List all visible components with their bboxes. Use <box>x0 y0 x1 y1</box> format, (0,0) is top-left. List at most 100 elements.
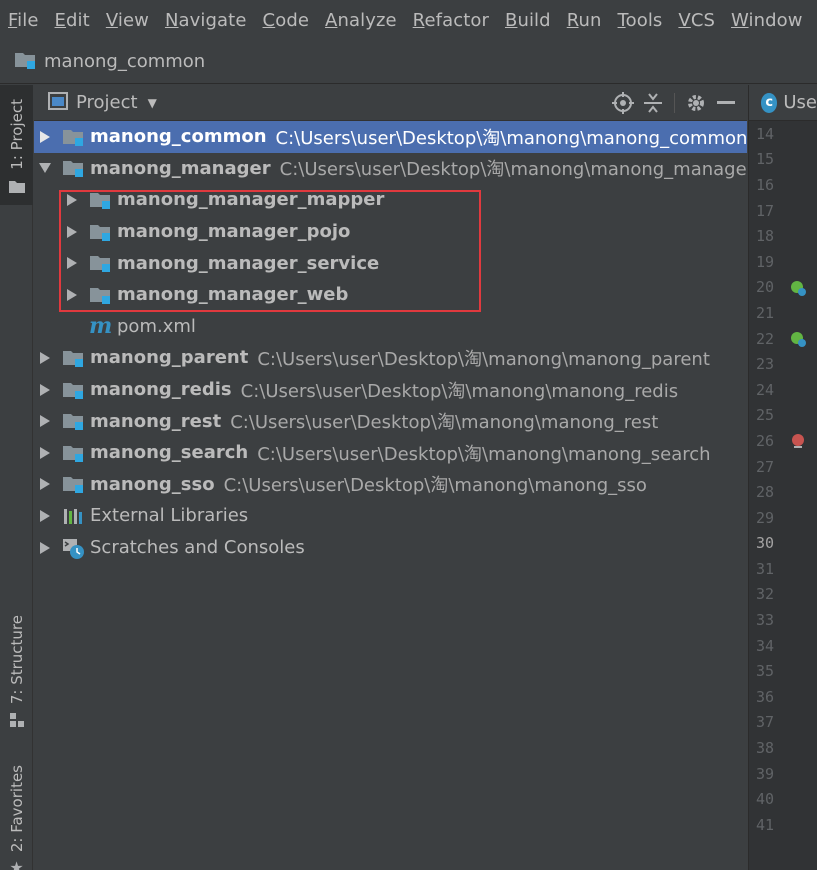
line-number: 39 <box>756 764 775 783</box>
navigation-bar: manong_common <box>0 40 817 84</box>
line-number: 24 <box>756 380 775 399</box>
line-number: 22 <box>749 326 817 352</box>
gear-icon[interactable] <box>681 91 711 115</box>
module-name: manong_rest <box>90 410 222 432</box>
tree-row-scratches[interactable]: Scratches and Consoles <box>34 532 747 564</box>
expand-arrow-icon[interactable] <box>63 191 81 209</box>
locate-icon[interactable] <box>608 91 638 115</box>
maven-file-icon: m <box>89 313 113 340</box>
line-number: 23 <box>756 355 775 374</box>
module-path: C:\Users\user\Desktop\淘\manong\manong_ma… <box>279 159 755 181</box>
tree-row-submodule[interactable]: manong_manager_mapper <box>34 184 747 216</box>
line-number: 26 <box>749 428 817 454</box>
project-view-icon <box>48 91 68 114</box>
tree-row-module[interactable]: manong_sso C:\Users\user\Desktop\淘\manon… <box>34 469 747 501</box>
expand-arrow-icon[interactable] <box>36 539 54 557</box>
breadcrumb-item[interactable]: manong_common <box>44 51 205 72</box>
method-marker-icon[interactable] <box>789 432 807 454</box>
tool-tab-project[interactable]: 1: Project <box>0 85 33 205</box>
module-folder-icon <box>89 190 113 210</box>
toolbar-divider <box>674 93 675 113</box>
line-number: 33 <box>756 611 775 630</box>
expand-arrow-icon[interactable] <box>36 349 54 367</box>
module-folder-icon <box>62 474 86 494</box>
collapse-arrow-icon[interactable] <box>36 159 54 177</box>
line-number: 19 <box>756 252 775 271</box>
tree-row-file[interactable]: m pom.xml <box>34 311 747 343</box>
project-view-selector[interactable]: Project <box>76 92 138 113</box>
collapse-all-icon[interactable] <box>638 91 668 115</box>
module-folder-icon <box>62 443 86 463</box>
implemented-marker-icon[interactable] <box>789 279 807 301</box>
tool-tab-structure[interactable]: 7: Structure <box>0 615 33 735</box>
module-name: manong_manager_service <box>117 252 380 274</box>
tree-row-module[interactable]: manong_manager C:\Users\user\Desktop\淘\m… <box>34 153 754 185</box>
line-number: 27 <box>756 457 775 476</box>
chevron-down-icon[interactable]: ▼ <box>148 96 157 110</box>
expand-arrow-icon[interactable] <box>63 223 81 241</box>
implemented-marker-icon[interactable] <box>789 330 807 352</box>
libraries-icon <box>62 506 86 526</box>
menu-build[interactable]: Build <box>505 10 551 31</box>
module-name: manong_search <box>90 442 249 464</box>
tree-row-submodule[interactable]: manong_manager_service <box>34 247 747 279</box>
menu-run[interactable]: Run <box>567 10 602 31</box>
tool-tab-favorites[interactable]: 2: Favorites ★ <box>0 765 33 870</box>
expand-arrow-icon[interactable] <box>36 128 54 146</box>
line-number: 35 <box>756 662 775 681</box>
editor-area: c Use 14 15 16 17 18 19 20 21 22 23 24 25 26 27 28 29 30… <box>748 85 817 870</box>
line-number: 16 <box>756 175 775 194</box>
menu-view[interactable]: View <box>106 10 149 31</box>
line-number: 18 <box>756 227 775 246</box>
menu-file[interactable]: File <box>8 10 39 31</box>
menu-navigate[interactable]: Navigate <box>165 10 247 31</box>
module-path: C:\Users\user\Desktop\淘\manong\manong_se… <box>257 443 711 465</box>
scratches-label: Scratches and Consoles <box>90 537 305 559</box>
menu-tools[interactable]: Tools <box>618 10 663 31</box>
module-folder-icon <box>14 50 38 74</box>
expand-arrow-icon[interactable] <box>36 444 54 462</box>
module-name: manong_manager <box>90 157 271 179</box>
structure-icon <box>9 712 24 731</box>
tree-row-submodule[interactable]: manong_manager_web <box>34 279 747 311</box>
menu-bar: File Edit View Navigate Code Analyze Ref… <box>0 0 817 40</box>
editor-tab[interactable]: c Use <box>749 85 817 121</box>
line-number: 14 <box>756 124 775 143</box>
menu-window[interactable]: Window <box>731 10 803 31</box>
editor-tab-label: Use <box>783 92 817 113</box>
left-tool-strip: 1: Project 7: Structure 2: Favorites ★ <box>0 85 33 870</box>
menu-analyze[interactable]: Analyze <box>325 10 397 31</box>
menu-edit[interactable]: Edit <box>55 10 90 31</box>
tree-row-module[interactable]: manong_rest C:\Users\user\Desktop\淘\mano… <box>34 405 747 437</box>
expand-arrow-icon[interactable] <box>36 381 54 399</box>
expand-arrow-icon[interactable] <box>63 286 81 304</box>
tool-tab-project-label: 1: Project <box>7 99 26 170</box>
tree-row-module[interactable]: manong_parent C:\Users\user\Desktop\淘\ma… <box>34 342 747 374</box>
module-folder-icon <box>62 158 86 178</box>
expand-arrow-icon[interactable] <box>63 254 81 272</box>
tree-row-module[interactable]: manong_common C:\Users\user\Desktop\淘\ma… <box>34 121 747 153</box>
line-number: 29 <box>756 508 775 527</box>
class-icon: c <box>761 92 778 113</box>
hide-panel-icon[interactable] <box>711 91 741 115</box>
project-tool-window: Project ▼ manong_common C:\Users\user\De… <box>34 85 754 870</box>
module-folder-icon <box>89 253 113 273</box>
menu-vcs[interactable]: VCS <box>678 10 715 31</box>
module-folder-icon <box>62 127 86 147</box>
module-folder-icon <box>89 222 113 242</box>
expand-arrow-icon[interactable] <box>36 412 54 430</box>
line-number: 34 <box>756 636 775 655</box>
module-folder-icon <box>62 411 86 431</box>
menu-code[interactable]: Code <box>263 10 310 31</box>
line-number-gutter: 14 15 16 17 18 19 20 21 22 23 24 25 26 27 28 29 30 31 32 33… <box>749 121 817 838</box>
line-number: 37 <box>756 713 775 732</box>
tree-row-module[interactable]: manong_redis C:\Users\user\Desktop\淘\man… <box>34 374 747 406</box>
tree-row-submodule[interactable]: manong_manager_pojo <box>34 216 747 248</box>
line-number: 38 <box>756 739 775 758</box>
menu-refactor[interactable]: Refactor <box>413 10 489 31</box>
line-number: 15 <box>756 150 775 169</box>
expand-arrow-icon[interactable] <box>36 507 54 525</box>
expand-arrow-icon[interactable] <box>36 475 54 493</box>
tree-row-module[interactable]: manong_search C:\Users\user\Desktop\淘\ma… <box>34 437 747 469</box>
tree-row-external-libraries[interactable]: External Libraries <box>34 500 747 532</box>
